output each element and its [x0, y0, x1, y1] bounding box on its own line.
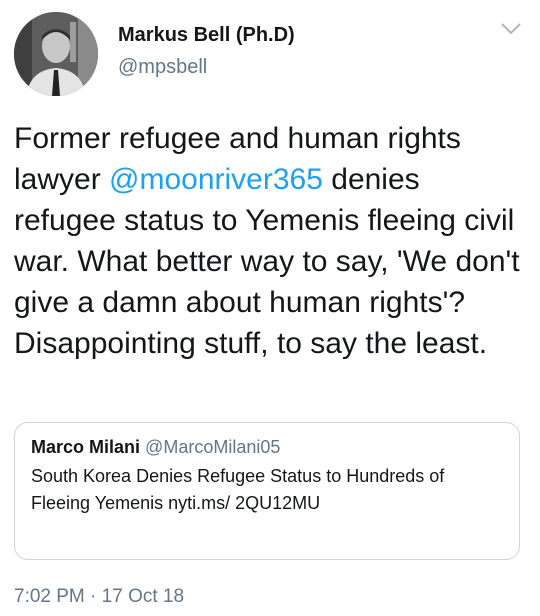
timestamp-separator: ·	[84, 586, 102, 607]
quoted-tweet-text: South Korea Denies Refugee Status to Hun…	[31, 466, 445, 513]
avatar[interactable]	[14, 12, 98, 96]
tweet-date: 17 Oct 18	[101, 586, 185, 607]
tweet-card: Markus Bell (Ph.D) @mpsbell Former refug…	[0, 0, 540, 616]
chevron-down-icon	[501, 23, 521, 35]
mention-link[interactable]: @moonriver365	[109, 163, 323, 196]
quoted-handle: @MarcoMilani05	[145, 437, 281, 457]
quoted-display-name: Marco Milani	[31, 437, 141, 457]
quoted-tweet[interactable]: Marco Milani @MarcoMilani05 South Korea …	[14, 422, 520, 560]
tweet-timestamp[interactable]: 7:02 PM · 17 Oct 18	[14, 584, 184, 610]
author-display-name[interactable]: Markus Bell (Ph.D)	[118, 22, 295, 48]
author-handle[interactable]: @mpsbell	[118, 54, 295, 80]
tweet-time: 7:02 PM	[14, 586, 85, 607]
quoted-tweet-header: Marco Milani @MarcoMilani05	[31, 435, 505, 459]
tweet-text: Former refugee and human rights lawyer @…	[14, 118, 526, 364]
author-info: Markus Bell (Ph.D) @mpsbell	[118, 22, 295, 80]
tweet-menu-button[interactable]	[500, 22, 522, 36]
profile-photo-icon	[14, 12, 98, 96]
